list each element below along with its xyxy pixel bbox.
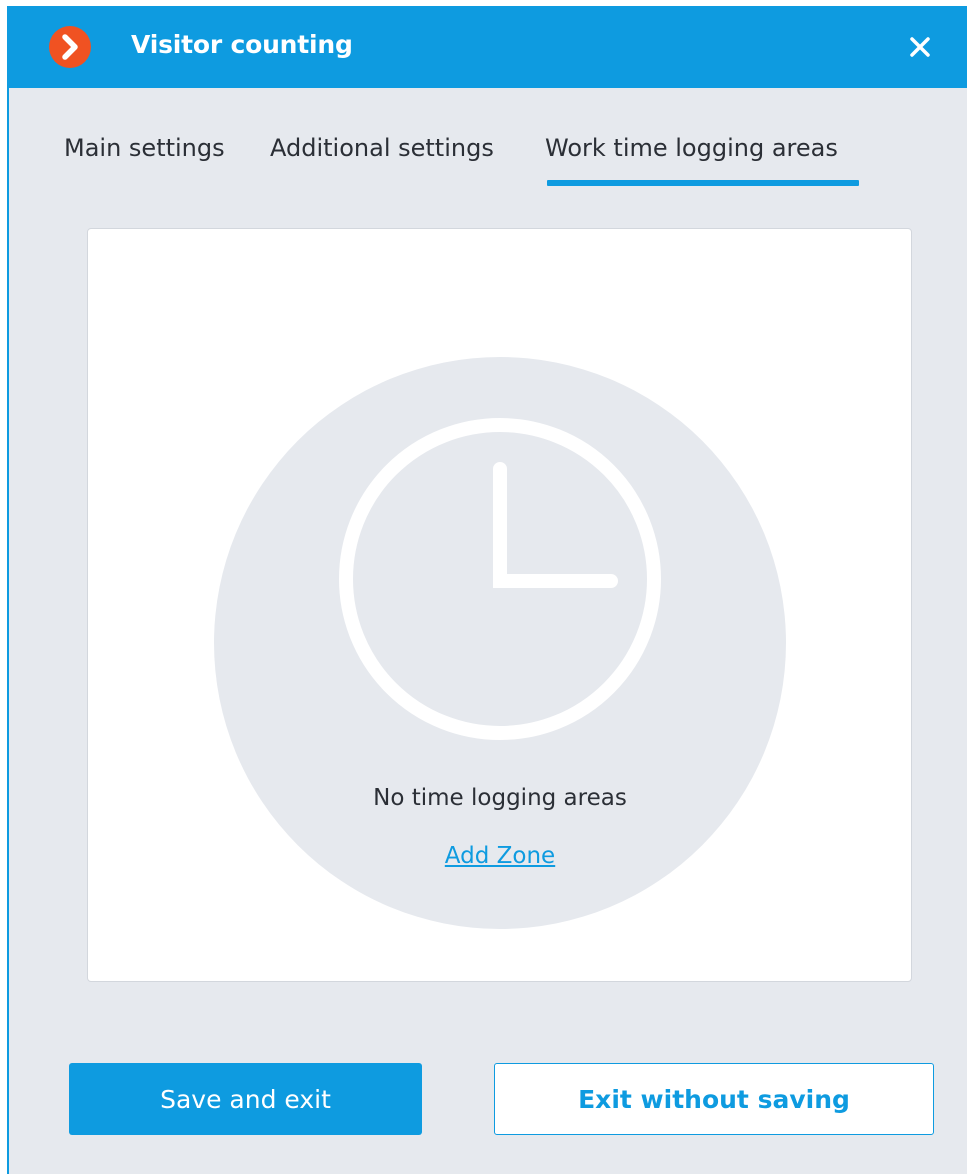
title-bar: Visitor counting bbox=[9, 6, 967, 88]
close-button[interactable] bbox=[905, 32, 935, 62]
active-tab-indicator bbox=[547, 180, 859, 186]
empty-state-message: No time logging areas bbox=[373, 785, 627, 811]
tab-main-settings[interactable]: Main settings bbox=[64, 134, 225, 162]
close-icon bbox=[910, 37, 930, 57]
exit-without-saving-button[interactable]: Exit without saving bbox=[494, 1063, 934, 1135]
zones-panel: No time logging areas Add Zone bbox=[87, 228, 912, 982]
tab-additional-settings[interactable]: Additional settings bbox=[270, 134, 494, 162]
chevron-right-icon bbox=[62, 34, 78, 60]
clock-icon bbox=[339, 418, 661, 740]
add-zone-link-text[interactable]: Add Zone bbox=[445, 843, 555, 869]
save-and-exit-button[interactable]: Save and exit bbox=[69, 1063, 422, 1135]
dialog-window: Visitor counting Main settings Additiona… bbox=[7, 6, 967, 1174]
tab-work-time-logging-areas[interactable]: Work time logging areas bbox=[545, 134, 838, 162]
add-zone-link: Add Zone bbox=[88, 843, 911, 869]
app-logo bbox=[49, 26, 91, 68]
window-title: Visitor counting bbox=[131, 30, 353, 59]
